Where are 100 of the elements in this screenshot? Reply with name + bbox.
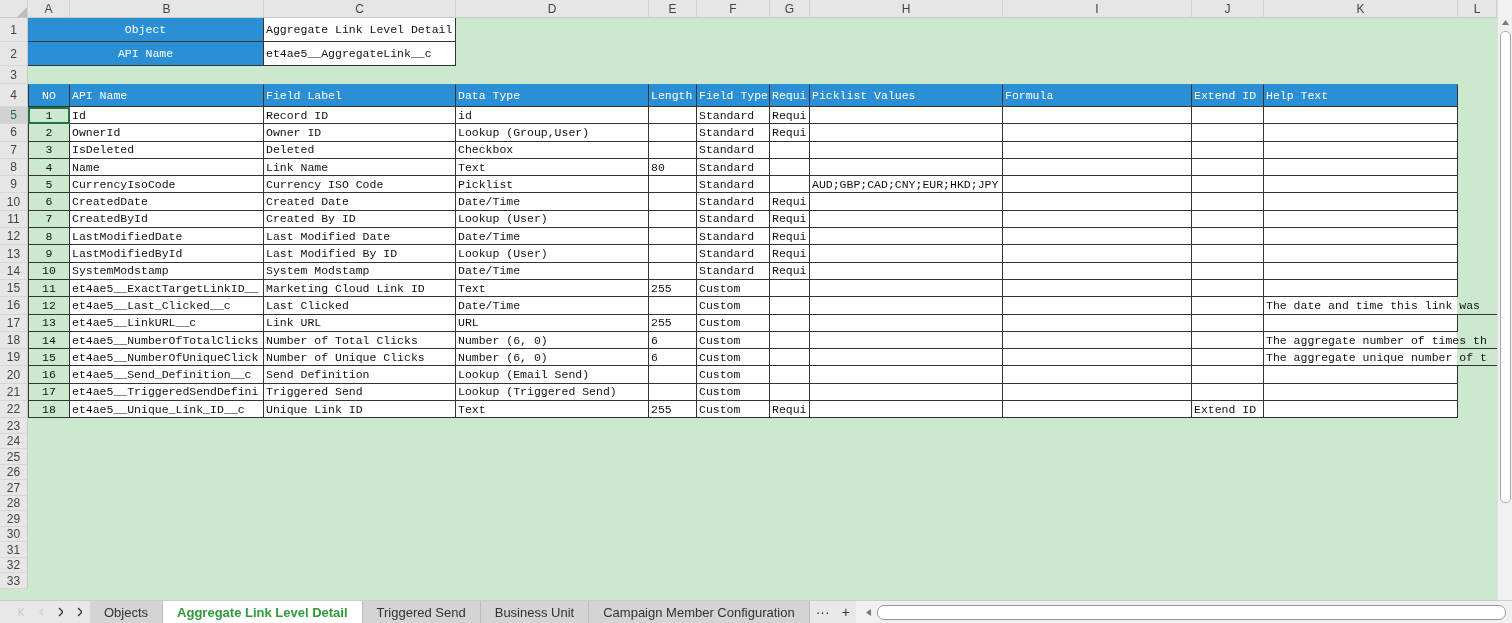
row-number[interactable]: 20: [0, 366, 28, 384]
column-header[interactable]: H: [810, 0, 1003, 18]
column-heading: API Name: [70, 84, 264, 107]
table-cell: [1192, 176, 1264, 194]
table-cell: [649, 297, 697, 315]
row-number[interactable]: 23: [0, 418, 28, 434]
table-cell: OwnerId: [70, 124, 264, 142]
sheet-tab[interactable]: Triggered Send: [362, 601, 481, 623]
column-header[interactable]: K: [1264, 0, 1458, 18]
table-cell: CurrencyIsoCode: [70, 176, 264, 194]
row-number[interactable]: 27: [0, 480, 28, 496]
column-heading: Formula: [1003, 84, 1192, 107]
scrollbar-thumb[interactable]: [876, 604, 1506, 620]
table-cell: [649, 228, 697, 246]
row-number[interactable]: 29: [0, 511, 28, 527]
table-cell: [1192, 349, 1264, 367]
table-cell: Extend ID: [1192, 401, 1264, 419]
horizontal-scrollbar[interactable]: [855, 601, 1512, 623]
table-cell: [1192, 366, 1264, 384]
table-cell: Date/Time: [456, 228, 649, 246]
column-heading: Requi: [770, 84, 810, 107]
column-header[interactable]: C: [264, 0, 456, 18]
vertical-scrollbar[interactable]: [1497, 0, 1512, 601]
field-label: API Name: [28, 42, 264, 66]
table-cell: Number of Unique Clicks: [264, 349, 456, 367]
table-cell: 5: [28, 176, 70, 194]
column-header[interactable]: G: [770, 0, 810, 18]
row-number[interactable]: 3: [0, 66, 28, 84]
table-cell: LastModifiedDate: [70, 228, 264, 246]
table-cell: 2: [28, 124, 70, 142]
table-cell: Requi: [770, 228, 810, 246]
row-number[interactable]: 6: [0, 124, 28, 142]
row-number[interactable]: 2: [0, 42, 28, 66]
table-cell: et4ae5__Send_Definition__c: [70, 366, 264, 384]
sheet-tab[interactable]: Objects: [90, 601, 164, 623]
table-cell: 6: [28, 193, 70, 211]
row-number[interactable]: 19: [0, 349, 28, 367]
scroll-left-icon[interactable]: [865, 608, 871, 616]
table-cell: Lookup (Email Send): [456, 366, 649, 384]
table-cell: Id: [70, 107, 264, 125]
table-cell: [649, 124, 697, 142]
table-cell: Requi: [770, 245, 810, 263]
row-number[interactable]: 22: [0, 401, 28, 419]
table-cell: Custom: [697, 349, 770, 367]
row-number[interactable]: 33: [0, 573, 28, 589]
field-label: Object: [28, 18, 264, 42]
column-header[interactable]: L: [1458, 0, 1497, 18]
next-sheet-icon[interactable]: [57, 607, 63, 617]
row-number[interactable]: 16: [0, 297, 28, 315]
column-header[interactable]: F: [697, 0, 770, 18]
column-heading: Help Text: [1264, 84, 1458, 107]
table-cell: Text: [456, 401, 649, 419]
table-cell: Record ID: [264, 107, 456, 125]
row-number[interactable]: 25: [0, 449, 28, 465]
column-header[interactable]: B: [70, 0, 264, 18]
scroll-up-icon[interactable]: [1501, 20, 1509, 25]
add-sheet-button[interactable]: +: [835, 601, 856, 623]
table-cell: Standard: [697, 124, 770, 142]
field-value: Aggregate Link Level Detail: [264, 18, 456, 42]
column-header[interactable]: J: [1192, 0, 1264, 18]
table-cell: Last Modified Date: [264, 228, 456, 246]
row-number[interactable]: 31: [0, 542, 28, 558]
table-cell: Last Modified By ID: [264, 245, 456, 263]
table-cell: [770, 349, 810, 367]
table-cell: 255: [649, 401, 697, 419]
row-number[interactable]: 10: [0, 193, 28, 211]
sheet-tab[interactable]: Business Unit: [480, 601, 590, 623]
row-number[interactable]: 12: [0, 228, 28, 246]
corner-triangle-icon[interactable]: [17, 7, 27, 17]
table-cell: Requi: [770, 401, 810, 419]
row-number[interactable]: 13: [0, 245, 28, 263]
table-cell: Custom: [697, 297, 770, 315]
row-number[interactable]: 4: [0, 84, 28, 107]
table-cell: Custom: [697, 366, 770, 384]
row-number[interactable]: 5: [0, 107, 28, 125]
more-tabs-button[interactable]: ···: [809, 601, 836, 623]
sheet-tab[interactable]: Campaign Member Configuration: [589, 601, 810, 623]
table-cell: et4ae5__Unique_Link_ID__c: [70, 401, 264, 419]
column-heading: Field Label: [264, 84, 456, 107]
table-cell: et4ae5__Last_Clicked__c: [70, 297, 264, 315]
table-cell: Requi: [770, 124, 810, 142]
table-cell: Created Date: [264, 193, 456, 211]
table-cell: Date/Time: [456, 193, 649, 211]
column-header[interactable]: A: [28, 0, 70, 18]
table-cell: [1192, 228, 1264, 246]
column-header[interactable]: I: [1003, 0, 1192, 18]
column-heading: Picklist Values: [810, 84, 1003, 107]
scrollbar-thumb[interactable]: [1499, 31, 1511, 503]
sheet-tab[interactable]: Aggregate Link Level Detail: [163, 601, 363, 623]
column-header[interactable]: D: [456, 0, 649, 18]
table-cell: The aggregate unique number of t: [1264, 349, 1497, 367]
column-heading: NO: [28, 84, 70, 107]
select-all-corner[interactable]: [0, 0, 28, 18]
row-number[interactable]: 9: [0, 176, 28, 194]
last-sheet-icon[interactable]: [76, 607, 82, 617]
table-cell: Standard: [697, 176, 770, 194]
table-cell: Number (6, 0): [456, 349, 649, 367]
row-number[interactable]: 1: [0, 18, 28, 42]
table-cell: [1192, 193, 1264, 211]
column-header[interactable]: E: [649, 0, 697, 18]
